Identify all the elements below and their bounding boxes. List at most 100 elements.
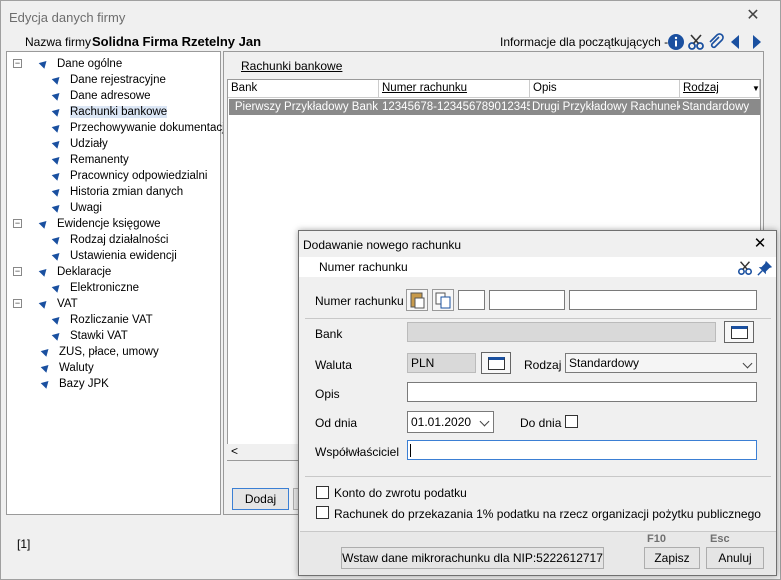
tree-item-label: Uwagi xyxy=(70,202,102,214)
close-icon[interactable]: ✕ xyxy=(744,7,762,25)
account-number-part-1[interactable] xyxy=(458,290,485,310)
dialog-title: Dodawanie nowego rachunku xyxy=(303,238,462,252)
tree-item[interactable]: Udziały xyxy=(51,136,108,152)
tab-bank-accounts[interactable]: Rachunki bankowe xyxy=(241,59,342,73)
column-header-type[interactable]: Rodzaj xyxy=(680,80,760,98)
tree-item[interactable]: − Ewidencje księgowe xyxy=(13,216,161,232)
type-select[interactable]: Standardowy xyxy=(565,353,757,373)
account-number-part-3[interactable] xyxy=(569,290,757,310)
tree-item[interactable]: Ustawienia ewidencji xyxy=(51,248,177,264)
table-cell: 12345678-1234567890123456 xyxy=(380,99,530,115)
to-date-checkbox[interactable] xyxy=(565,415,578,428)
tree-item[interactable]: Historia zmian danych xyxy=(51,184,184,200)
cancel-button[interactable]: Anuluj xyxy=(706,547,764,569)
tree-item[interactable]: − VAT xyxy=(13,296,78,312)
collapse-icon[interactable]: − xyxy=(13,267,22,277)
table-cell: Pierwszy Przykładowy Bank xyxy=(229,99,380,115)
cancel-shortcut-hint: Esc xyxy=(710,533,730,545)
paste-icon[interactable] xyxy=(406,289,428,311)
tree-item-label: Waluty xyxy=(59,362,94,374)
scissors-icon[interactable] xyxy=(687,33,705,51)
tree-item-label: Historia zmian danych xyxy=(70,186,184,198)
tree-item[interactable]: − Deklaracje xyxy=(13,264,111,280)
currency-picker-button[interactable] xyxy=(481,352,511,374)
from-date-field[interactable]: 01.01.2020 xyxy=(407,411,494,433)
tree-item-label: Dane adresowe xyxy=(70,90,151,102)
tax-refund-label: Konto do zwrotu podatku xyxy=(334,486,467,500)
collapse-icon[interactable]: − xyxy=(13,59,22,69)
tree-item-label: Dane ogólne xyxy=(57,58,123,70)
scissors-icon[interactable] xyxy=(737,260,753,276)
scroll-left-icon[interactable]: < xyxy=(231,444,238,458)
tree-item-label: Rachunki bankowe xyxy=(70,106,168,118)
settings-tree: − Dane ogólne Dane rejestracyjne Dane adres… xyxy=(6,51,227,515)
sort-arrow-icon: ▼ xyxy=(752,84,760,93)
tree-item[interactable]: Pracownicy odpowiedzialni xyxy=(51,168,207,184)
node-icon xyxy=(38,298,50,310)
tree-item[interactable]: Przechowywanie dokumentacji xyxy=(51,120,227,136)
currency-field[interactable]: PLN xyxy=(407,353,476,373)
co-owner-field[interactable] xyxy=(407,440,757,460)
tree-item-label: Dane rejestracyjne xyxy=(70,74,166,86)
paperclip-icon[interactable] xyxy=(707,33,725,51)
tree-item[interactable]: Dane adresowe xyxy=(51,88,151,104)
tree-item[interactable]: − Dane ogólne xyxy=(13,56,122,72)
tree-item[interactable]: Uwagi xyxy=(51,200,102,216)
tree-item[interactable]: ZUS, płace, umowy xyxy=(13,344,159,360)
from-date-value: 01.01.2020 xyxy=(411,415,472,429)
tree-item[interactable]: Elektroniczne xyxy=(51,280,139,296)
bank-label: Bank xyxy=(315,327,343,341)
beginners-info-link[interactable]: Informacje dla początkujących -> xyxy=(500,35,675,49)
arrow-right-icon[interactable] xyxy=(747,33,765,51)
chevron-down-icon xyxy=(742,358,753,369)
bank-picker-button[interactable] xyxy=(724,321,754,343)
node-icon xyxy=(51,170,63,182)
save-button[interactable]: Zapisz xyxy=(644,547,700,569)
text-cursor xyxy=(410,444,411,457)
column-header-description[interactable]: Opis xyxy=(530,80,680,98)
column-header-account-number[interactable]: Numer rachunku xyxy=(379,80,530,98)
dialog-subheader: Numer rachunku xyxy=(299,257,776,277)
tree-item-label: ZUS, płace, umowy xyxy=(59,346,159,358)
tree-item[interactable]: Rachunki bankowe xyxy=(51,104,168,120)
node-icon xyxy=(51,74,63,86)
node-icon xyxy=(40,346,52,358)
tree-item[interactable]: Rodzaj działalności xyxy=(51,232,168,248)
node-icon xyxy=(38,58,50,70)
tree-item[interactable]: Stawki VAT xyxy=(51,328,128,344)
tree-item-label: Deklaracje xyxy=(57,266,112,278)
type-select-value: Standardowy xyxy=(569,356,640,370)
node-icon xyxy=(51,138,63,150)
info-icon[interactable] xyxy=(667,33,685,51)
horizontal-scrollbar[interactable]: < xyxy=(227,444,307,460)
description-field[interactable] xyxy=(407,382,757,402)
tree-item-label: Ewidencje księgowe xyxy=(57,218,161,230)
one-percent-label: Rachunek do przekazania 1% podatku na rz… xyxy=(334,507,761,521)
node-icon xyxy=(51,106,63,118)
to-date-label: Do dnia xyxy=(520,416,562,430)
table-cell: Standardowy xyxy=(680,99,760,115)
node-icon xyxy=(51,234,63,246)
tax-refund-checkbox[interactable] xyxy=(316,486,329,499)
close-icon[interactable]: ✕ xyxy=(751,234,769,252)
insert-micro-account-button[interactable]: Wstaw dane mikrorachunku dla NIP:5222612… xyxy=(341,547,604,569)
divider xyxy=(305,318,771,319)
save-shortcut-hint: F10 xyxy=(647,533,666,545)
column-header-bank[interactable]: Bank xyxy=(228,80,379,98)
node-icon xyxy=(51,186,63,198)
collapse-icon[interactable]: − xyxy=(13,219,22,229)
copy-icon[interactable] xyxy=(432,289,454,311)
table-cell: Drugi Przykładowy Rachunek E xyxy=(530,99,680,115)
tree-item[interactable]: Rozliczanie VAT xyxy=(51,312,153,328)
pin-icon[interactable] xyxy=(757,260,773,276)
tree-item[interactable]: Remanenty xyxy=(51,152,129,168)
add-button[interactable]: Dodaj xyxy=(232,488,289,510)
tree-item[interactable]: Dane rejestracyjne xyxy=(51,72,166,88)
tree-item[interactable]: Bazy JPK xyxy=(13,376,109,392)
one-percent-checkbox[interactable] xyxy=(316,506,329,519)
bank-field[interactable] xyxy=(407,322,716,342)
account-number-part-2[interactable] xyxy=(489,290,565,310)
arrow-left-icon[interactable] xyxy=(727,33,745,51)
collapse-icon[interactable]: − xyxy=(13,299,22,309)
tree-item[interactable]: Waluty xyxy=(13,360,94,376)
